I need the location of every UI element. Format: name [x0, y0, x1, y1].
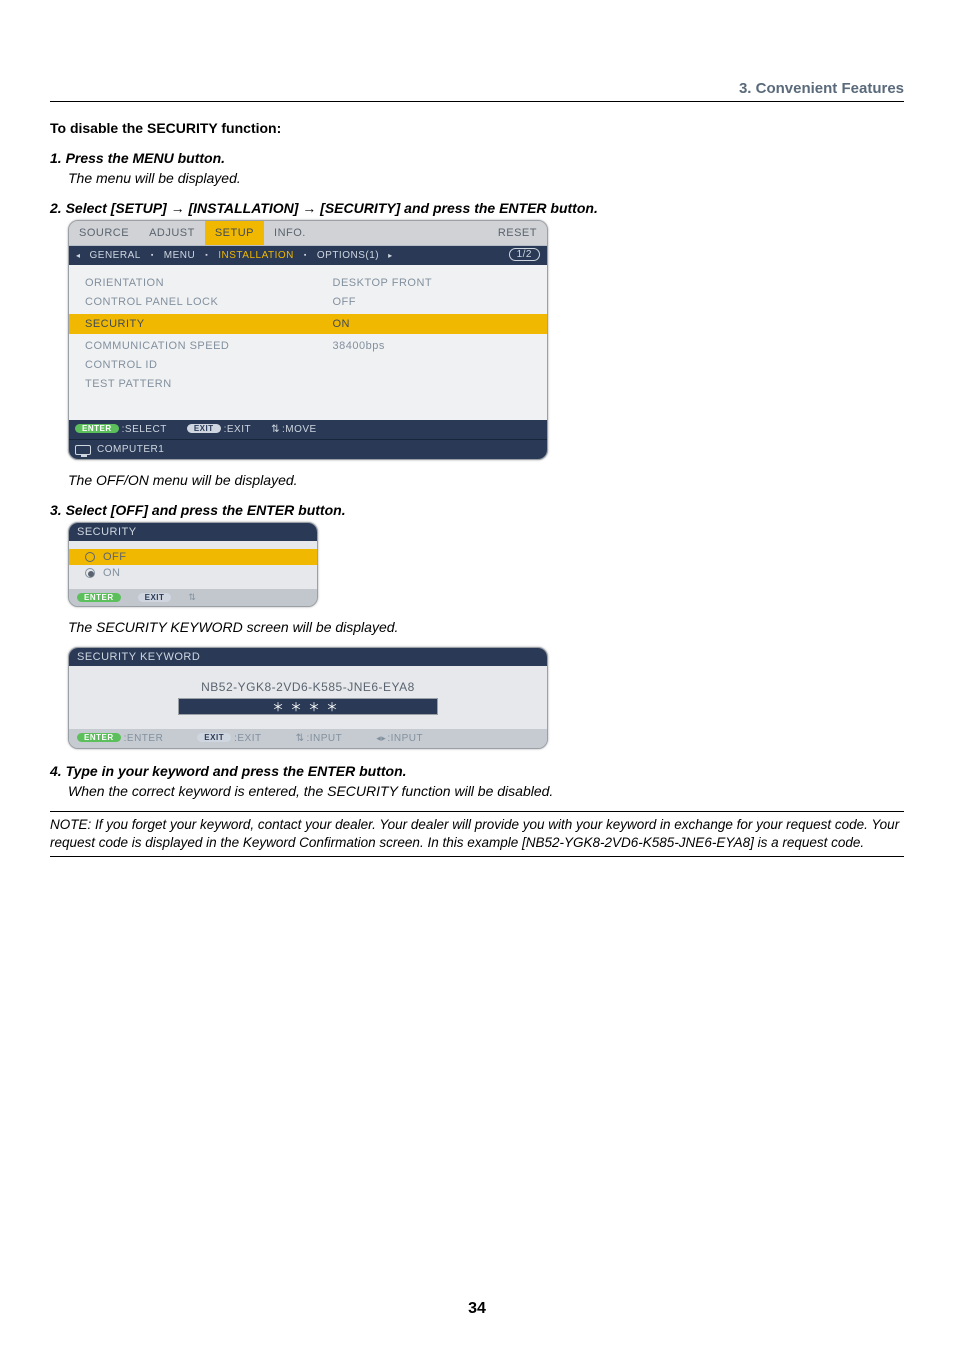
radio-on-label: ON [103, 567, 121, 579]
subtabbar: ◂ GENERAL MENU INSTALLATION OPTIONS(1) ▸… [69, 246, 547, 265]
page-badge: 1/2 [509, 248, 540, 261]
row-security-label: SECURITY [85, 316, 333, 332]
updown-icon [188, 592, 196, 603]
subtab-general[interactable]: GENERAL [86, 249, 145, 262]
hint-enter-text: :SELECT [122, 424, 167, 435]
step4-desc-after: When the correct keyword is entered, the… [68, 783, 904, 799]
hint-enter-text: :ENTER [124, 733, 164, 744]
radio-dot-icon [85, 552, 95, 562]
tab-reset[interactable]: RESET [488, 221, 547, 245]
hint-exit-text: :EXIT [234, 733, 262, 744]
row-orientation-value: DESKTOP FRONT [333, 275, 536, 291]
row-testpattern-value [333, 376, 536, 392]
monitor-icon [75, 445, 91, 455]
row-security-highlighted[interactable]: SECURITY ON [69, 314, 548, 334]
osd2-footer: ENTER EXIT [69, 589, 317, 606]
step2-desc-after: The OFF/ON menu will be displayed. [68, 472, 904, 488]
hint-input-lr: :INPUT [376, 733, 423, 744]
bullet-icon [302, 250, 309, 261]
osd-footer-source: COMPUTER1 [69, 439, 547, 459]
osd2-body: OFF ON [69, 541, 317, 589]
osd3-footer: ENTER:ENTER EXIT:EXIT :INPUT :INPUT [69, 729, 547, 748]
step3-desc-after: The SECURITY KEYWORD screen will be disp… [68, 619, 904, 635]
enter-pill-icon: ENTER [75, 424, 119, 433]
step1-desc: The menu will be displayed. [68, 170, 904, 186]
subtab-installation[interactable]: INSTALLATION [214, 249, 298, 262]
step3-title: 3. Select [OFF] and press the ENTER butt… [50, 502, 904, 518]
radio-dot-filled-icon [85, 568, 95, 578]
exit-pill-icon: EXIT [187, 424, 221, 433]
bullet-icon [203, 250, 210, 261]
hint-enter: ENTER:ENTER [77, 733, 163, 744]
row-commspeed-value: 38400bps [333, 338, 536, 354]
subtab-menu[interactable]: MENU [160, 249, 199, 262]
section-header: 3. Convenient Features [50, 80, 904, 102]
row-security-value: ON [333, 316, 536, 332]
osd2-title: SECURITY [69, 523, 317, 541]
row-cplock-label[interactable]: CONTROL PANEL LOCK [85, 294, 333, 310]
row-commspeed-label[interactable]: COMMUNICATION SPEED [85, 338, 333, 354]
page-number: 34 [0, 1300, 954, 1318]
tab-setup[interactable]: SETUP [205, 221, 264, 245]
row-testpattern-label[interactable]: TEST PATTERN [85, 376, 333, 392]
subtab-options1[interactable]: OPTIONS(1) [313, 249, 383, 262]
hint-exit-text: :EXIT [224, 424, 252, 435]
radio-on[interactable]: ON [79, 565, 307, 581]
arrow-right-icon: ▸ [387, 251, 394, 260]
row-cplock-value: OFF [333, 294, 536, 310]
osd-security-select: SECURITY OFF ON ENTER EXIT [68, 522, 318, 607]
osd-footer-hints: ENTER:SELECT EXIT:EXIT :MOVE [69, 420, 547, 439]
osd3-title: SECURITY KEYWORD [69, 648, 547, 666]
row-controlid-label[interactable]: CONTROL ID [85, 357, 333, 373]
enter-pill-icon: ENTER [77, 733, 121, 742]
arrow-left-icon: ◂ [75, 251, 82, 260]
osd-setup-menu: SOURCE ADJUST SETUP INFO. RESET ◂ GENERA… [68, 220, 548, 460]
row-orientation-label[interactable]: ORIENTATION [85, 275, 333, 291]
osd3-body: NB52-YGK8-2VD6-K585-JNE6-EYA8 ＊＊＊＊ [69, 666, 547, 729]
subheading-disable: To disable the SECURITY function: [50, 120, 904, 136]
radio-off-label: OFF [103, 551, 127, 563]
bullet-icon [149, 250, 156, 261]
radio-off[interactable]: OFF [69, 549, 317, 565]
note-text: NOTE: If you forget your keyword, contac… [50, 811, 904, 857]
step1-title: 1. Press the MENU button. [50, 150, 904, 166]
tab-source[interactable]: SOURCE [69, 221, 139, 245]
hint-exit: EXIT:EXIT [197, 733, 261, 744]
row-controlid-value [333, 357, 536, 373]
exit-pill-icon: EXIT [197, 733, 231, 742]
source-label: COMPUTER1 [97, 444, 164, 455]
tab-adjust[interactable]: ADJUST [139, 221, 205, 245]
hint-move: :MOVE [271, 424, 317, 435]
step2-title: 2. Select [SETUP] → [INSTALLATION] → [SE… [50, 200, 904, 216]
hint-exit: EXIT:EXIT [187, 424, 251, 435]
tab-info[interactable]: INFO. [264, 221, 316, 245]
hint-input-ud: :INPUT [296, 733, 343, 744]
exit-pill-icon: EXIT [138, 593, 172, 602]
osd-security-keyword: SECURITY KEYWORD NB52-YGK8-2VD6-K585-JNE… [68, 647, 548, 749]
hint-enter: ENTER:SELECT [75, 424, 167, 435]
request-code-text: NB52-YGK8-2VD6-K585-JNE6-EYA8 [87, 680, 529, 694]
menu-body: ORIENTATION DESKTOP FRONT CONTROL PANEL … [69, 265, 547, 420]
enter-pill-icon: ENTER [77, 593, 121, 602]
step4-title: 4. Type in your keyword and press the EN… [50, 763, 904, 779]
tabbar: SOURCE ADJUST SETUP INFO. RESET [69, 221, 547, 246]
keyword-input[interactable]: ＊＊＊＊ [178, 698, 438, 715]
